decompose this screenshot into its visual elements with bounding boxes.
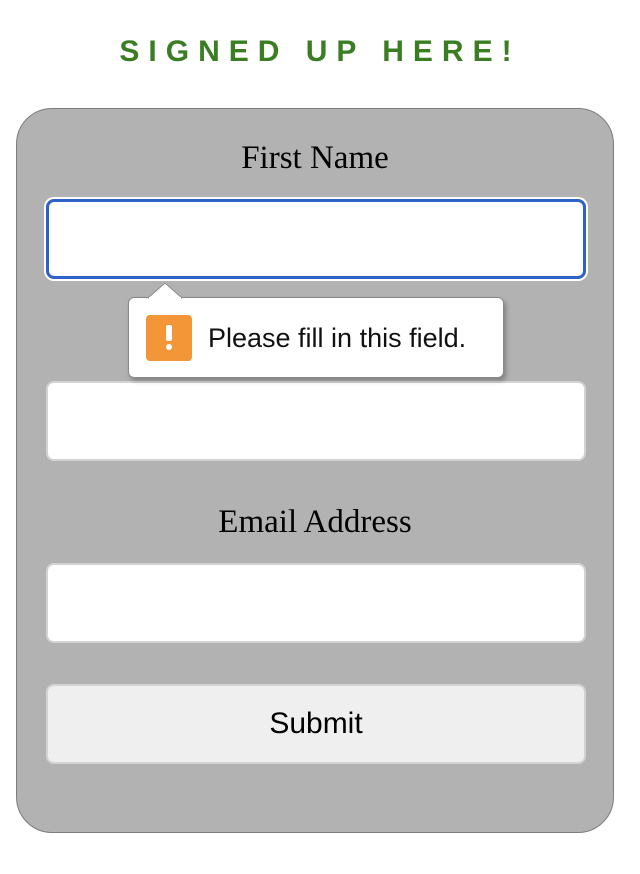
email-label: Email Address	[218, 504, 412, 540]
first-name-input[interactable]	[46, 199, 586, 279]
first-name-label: First Name	[241, 140, 389, 176]
page-heading: SIGNED UP HERE!	[119, 35, 521, 68]
submit-button[interactable]: Submit	[46, 684, 586, 764]
validation-tooltip: Please fill in this field.	[128, 297, 504, 378]
email-input[interactable]	[46, 563, 586, 643]
validation-message: Please fill in this field.	[208, 323, 467, 353]
warning-exclamation-icon	[146, 315, 192, 361]
last-name-input[interactable]	[46, 381, 586, 461]
